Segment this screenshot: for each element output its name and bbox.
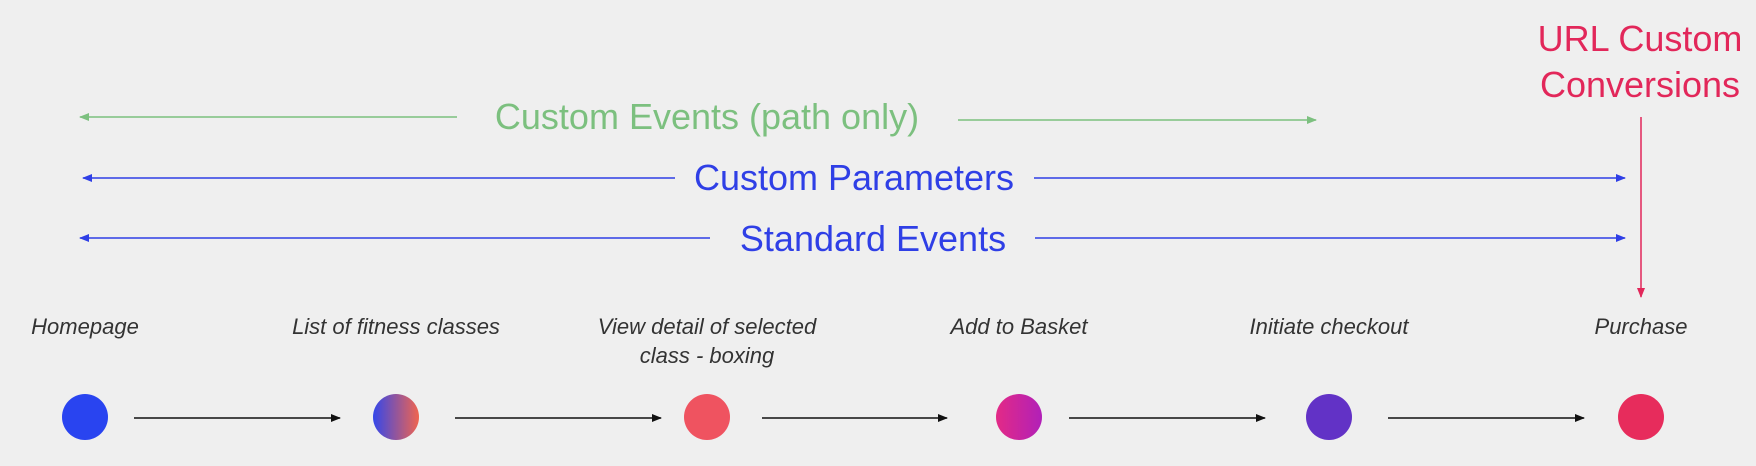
step-dot-view-detail: [684, 394, 730, 440]
url-conversions-line-2: Conversions: [1539, 64, 1741, 105]
step-label-homepage: Homepage: [31, 314, 139, 339]
step-label-list-of-classes: List of fitness classes: [292, 314, 500, 339]
step-label-purchase: Purchase: [1594, 314, 1688, 339]
funnel-diagram: Custom Events (path only) Custom Paramet…: [0, 0, 1756, 466]
url-conversions-line-1: URL Custom: [1537, 18, 1743, 59]
url-custom-conversions-label: URL Custom Conversions: [1538, 16, 1743, 108]
step-dot-purchase: [1618, 394, 1664, 440]
step-label-add-to-basket: Add to Basket: [950, 314, 1088, 339]
step-dot-initiate-checkout: [1306, 394, 1352, 440]
custom-events-label: Custom Events (path only): [494, 96, 920, 137]
custom-parameters-label: Custom Parameters: [693, 157, 1015, 198]
step-dot-homepage: [62, 394, 108, 440]
step-label-initiate-checkout: Initiate checkout: [1249, 314, 1409, 339]
standard-events-label: Standard Events: [739, 218, 1007, 259]
step-dot-add-to-basket: [996, 394, 1042, 440]
step-dot-list-of-classes: [373, 394, 419, 440]
step-label-view-detail: View detail of selected class - boxing: [597, 314, 817, 368]
